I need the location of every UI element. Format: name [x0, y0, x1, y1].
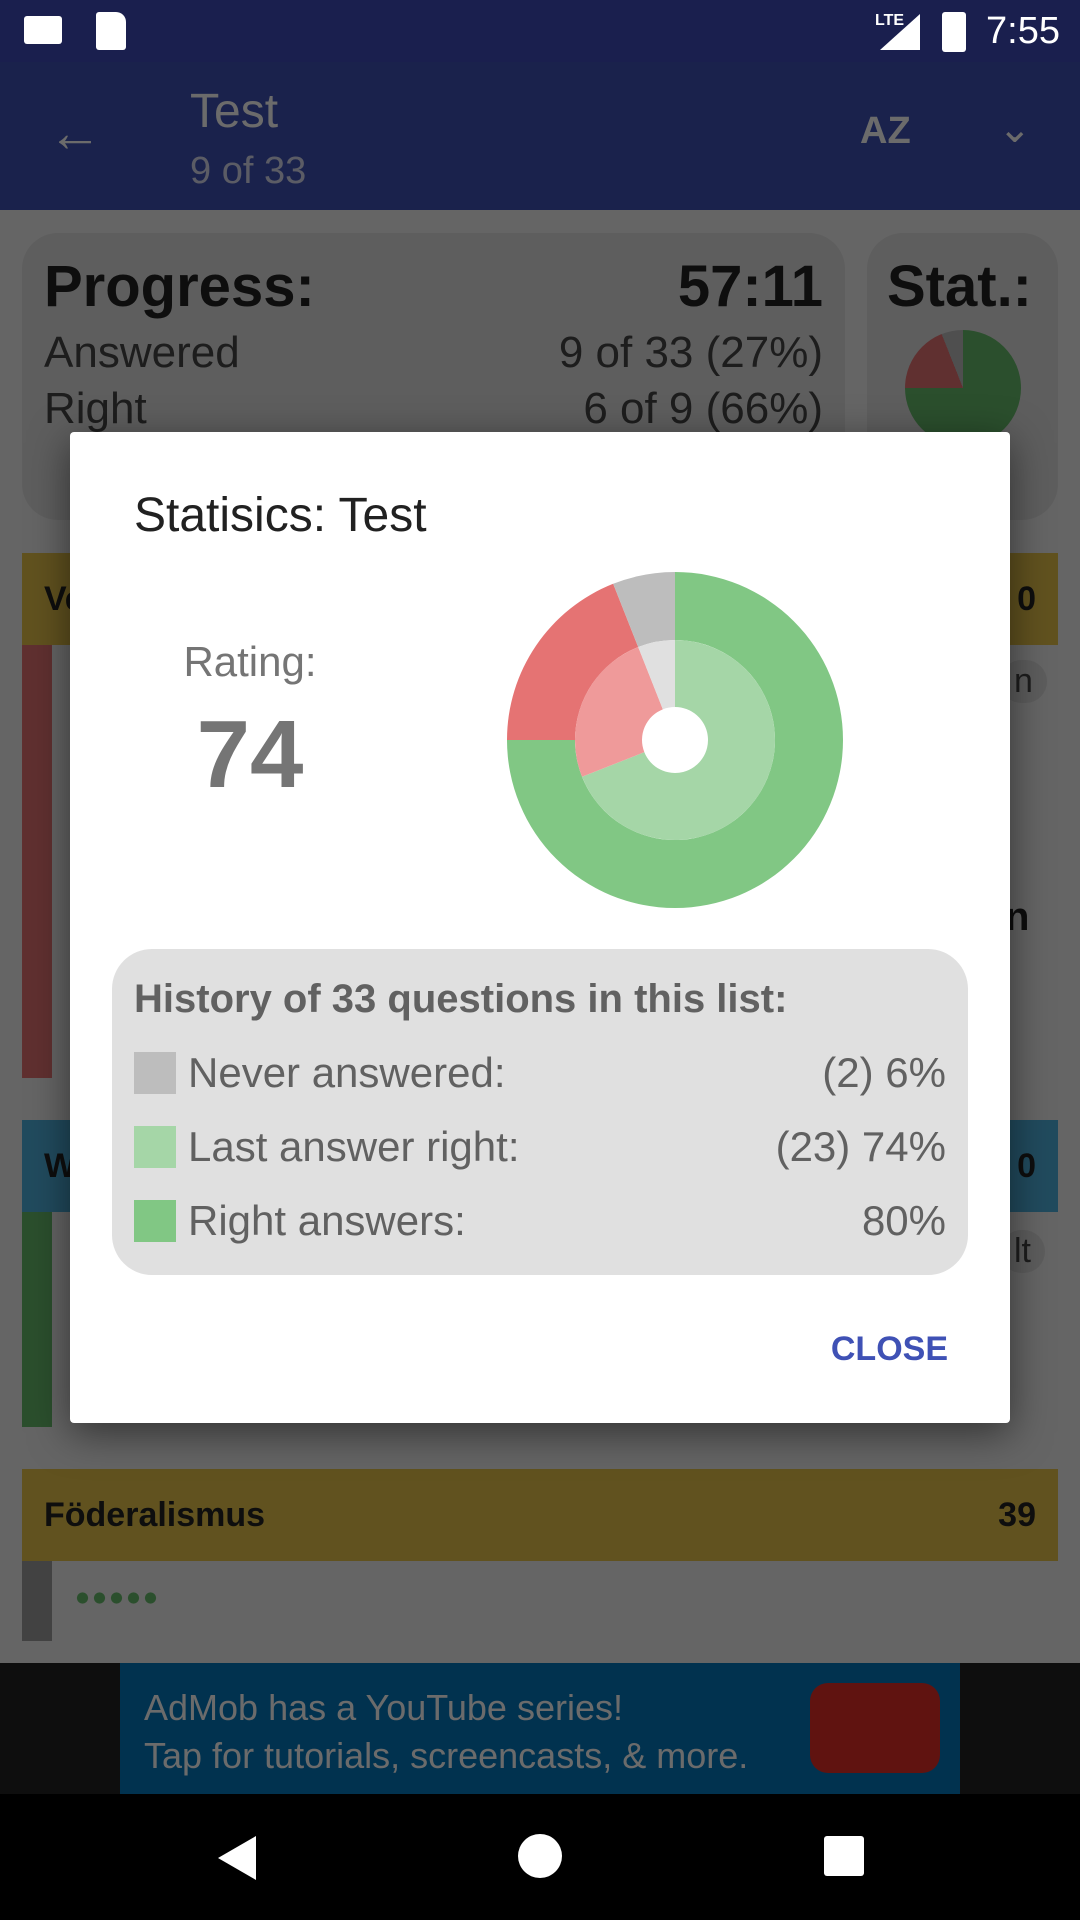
- section-header[interactable]: Föderalismus 39: [22, 1469, 1058, 1561]
- recents-nav-icon[interactable]: [824, 1836, 864, 1876]
- legend-swatch: [134, 1052, 176, 1094]
- chevron-down-icon[interactable]: ⌄: [998, 106, 1032, 152]
- app-bar: ← Test 9 of 33 AZ ⌄: [0, 62, 1080, 210]
- legend-swatch: [134, 1126, 176, 1168]
- page-title: Test: [190, 85, 279, 138]
- legend-value: (23) 74%: [775, 1123, 946, 1170]
- right-label: Right: [44, 384, 147, 433]
- statistics-dialog: Statisics: Test Rating: 74 History of 33…: [70, 432, 1010, 1423]
- rating-value: 74: [196, 701, 304, 808]
- back-arrow-icon[interactable]: ←: [48, 102, 102, 164]
- legend-item: Right answers: 80%: [134, 1184, 946, 1258]
- legend-value: (2) 6%: [822, 1049, 946, 1096]
- legend-label: Right answers:: [188, 1197, 466, 1244]
- battery-charging-icon: [942, 12, 966, 52]
- signal-icon: [880, 14, 920, 50]
- dialog-title: Statisics: Test: [134, 489, 427, 542]
- section-bar: [22, 1212, 52, 1427]
- sd-card-icon: [96, 12, 126, 50]
- legend-item: Never answered: (2) 6%: [134, 1036, 946, 1110]
- statistics-donut-chart: [507, 572, 843, 908]
- back-nav-icon[interactable]: [218, 1836, 256, 1880]
- timer: 57:11: [677, 254, 823, 319]
- home-nav-icon[interactable]: [518, 1834, 562, 1878]
- mini-donut-icon: [904, 330, 1021, 446]
- status-bar: LTE 7:55: [0, 0, 1080, 62]
- ad-banner[interactable]: AdMob has a YouTube series! Tap for tuto…: [0, 1663, 1080, 1794]
- history-box: History of 33 questions in this list: Ne…: [112, 949, 968, 1275]
- right-value: 6 of 9 (66%): [583, 384, 823, 433]
- clock: 7:55: [986, 10, 1060, 52]
- page-subtitle: 9 of 33: [190, 150, 307, 192]
- legend-label: Last answer right:: [188, 1123, 520, 1170]
- legend-label: Never answered:: [188, 1049, 506, 1096]
- legend-item: Last answer right: (23) 74%: [134, 1110, 946, 1184]
- gmail-icon: [24, 16, 62, 44]
- section-bar: [22, 1561, 52, 1641]
- navigation-bar: [0, 1794, 1080, 1920]
- rating-label: Rating:: [183, 638, 317, 685]
- section-bar: [22, 645, 52, 1078]
- legend-swatch: [134, 1200, 176, 1242]
- answered-label: Answered: [44, 328, 240, 377]
- history-title: History of 33 questions in this list:: [134, 977, 788, 1021]
- close-button[interactable]: CLOSE: [831, 1330, 948, 1369]
- progress-dots: [74, 1590, 158, 1606]
- legend-value: 80%: [861, 1197, 946, 1244]
- stat-title: Stat.:: [887, 254, 1032, 319]
- youtube-play-icon: [810, 1683, 940, 1773]
- sort-az-icon[interactable]: AZ: [860, 110, 911, 153]
- answered-value: 9 of 33 (27%): [558, 328, 823, 377]
- progress-title: Progress:: [44, 254, 315, 319]
